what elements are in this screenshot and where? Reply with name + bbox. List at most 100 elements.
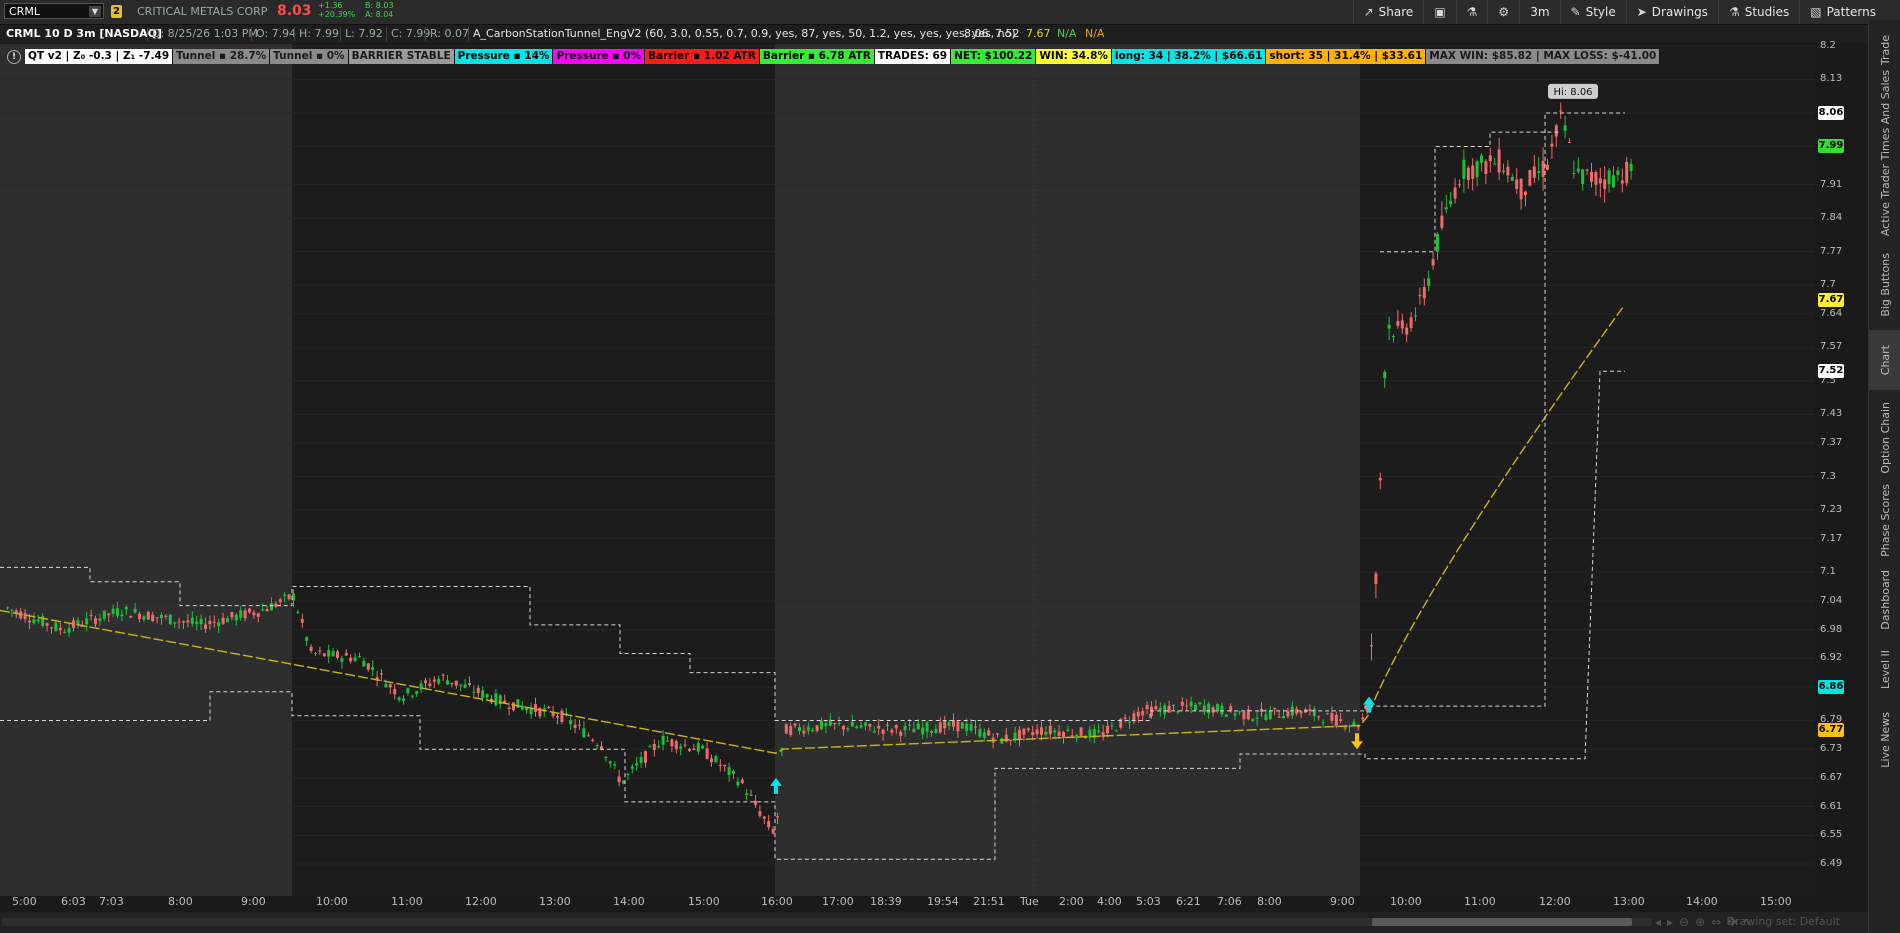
divider bbox=[386, 27, 387, 41]
settings-button[interactable]: ⚙ bbox=[1487, 0, 1519, 24]
time-axis[interactable]: 5:00 6:03 7:03 8:00 9:00 10:00 11:00 12:00 13:00… bbox=[0, 895, 1815, 909]
divider bbox=[294, 27, 295, 41]
change-value: +1.36 bbox=[318, 1, 343, 10]
candle-body bbox=[14, 610, 18, 613]
time-tick-label: 7:06 bbox=[1217, 895, 1242, 908]
candle-body bbox=[1040, 727, 1043, 735]
alert-icon[interactable]: ! bbox=[7, 50, 21, 64]
candle-body bbox=[1211, 707, 1215, 713]
candle-body bbox=[745, 793, 749, 796]
candle-body bbox=[1176, 711, 1180, 713]
candle-body bbox=[569, 719, 573, 725]
scroll-track[interactable] bbox=[2, 918, 1652, 926]
scroll-thumb[interactable] bbox=[1372, 918, 1632, 926]
snapshot-button[interactable]: ▣ bbox=[1423, 0, 1455, 24]
price-tick-label: 7.77 bbox=[1820, 245, 1843, 257]
candle-body bbox=[160, 614, 163, 619]
time-tick-label: 10:00 bbox=[316, 895, 348, 908]
candle-body bbox=[67, 628, 71, 633]
study-stat-label: Barrier ▪ 6.78 ATR bbox=[759, 49, 875, 64]
candle-body bbox=[1282, 715, 1285, 719]
candle-body bbox=[802, 730, 806, 734]
link-group-badge[interactable]: 2 bbox=[111, 5, 122, 18]
candle-body bbox=[32, 619, 36, 624]
candle-body bbox=[261, 609, 265, 611]
candle-body bbox=[1409, 317, 1413, 329]
candle-body bbox=[1062, 732, 1065, 738]
chart-scrollbar[interactable]: ◂▸⊖⊕⇔✥↖ Drawing set: Default bbox=[0, 912, 1868, 933]
candle-body bbox=[1449, 200, 1453, 205]
candle-body bbox=[305, 637, 309, 641]
candle-body bbox=[1519, 178, 1523, 200]
time-tick-label: 5:00 bbox=[12, 895, 37, 908]
study-stat-label: Tunnel ▪ 0% bbox=[270, 49, 349, 64]
candle-body bbox=[28, 620, 31, 623]
study-stat-label: TRADES: 69 bbox=[874, 49, 952, 64]
symbol-input[interactable]: CRML ▼ bbox=[4, 3, 104, 19]
price-tick-label: 8.13 bbox=[1820, 73, 1843, 85]
rail-tab-phase-scores[interactable]: Phase Scores bbox=[1869, 480, 1900, 560]
candle-body bbox=[1207, 703, 1211, 714]
studies-button[interactable]: ⚗ Studies bbox=[1717, 0, 1799, 24]
candle-body bbox=[322, 653, 326, 657]
study-label[interactable]: A_CarbonStationTunnel_EngV2 (60, 3.0, 0.… bbox=[473, 27, 1016, 40]
candle-body bbox=[450, 682, 454, 685]
candle-body bbox=[1590, 171, 1593, 182]
candle-body bbox=[996, 733, 999, 735]
rail-tab-live-news[interactable]: Live News bbox=[1869, 705, 1900, 775]
candle-body bbox=[1528, 170, 1532, 186]
candle-body bbox=[798, 727, 801, 731]
price-axis[interactable]: 8.2 8.13 8.06 7.99 7.91 7.84 7.77 7.7 7.64 7.57 7.… bbox=[1815, 40, 1865, 896]
timeframe-button[interactable]: 3m bbox=[1519, 0, 1559, 24]
candle-body bbox=[1603, 179, 1607, 189]
candle-body bbox=[1273, 707, 1277, 710]
rail-tab-big-buttons[interactable]: Big Buttons bbox=[1869, 245, 1900, 325]
candle-body bbox=[767, 820, 771, 828]
candle-body bbox=[406, 688, 410, 694]
rail-tab-chart[interactable]: Chart bbox=[1869, 330, 1900, 390]
candle-body bbox=[657, 746, 661, 748]
drawings-button[interactable]: ➤ Drawings bbox=[1625, 0, 1718, 24]
rail-tab-active-trader[interactable]: Active Trader bbox=[1869, 160, 1900, 240]
chart-title[interactable]: CRML 10 D 3m [NASDAQ] bbox=[6, 27, 162, 40]
price-chart[interactable]: Hi: 8.06 ! QT v2 | Z₀ -0.3 | Z₁ -7.49 Tun… bbox=[0, 44, 1815, 896]
candle-body bbox=[1044, 731, 1048, 735]
style-button[interactable]: ✎ Style bbox=[1559, 0, 1626, 24]
candle-body bbox=[723, 765, 727, 767]
symbol-text: CRML bbox=[9, 5, 40, 18]
chart-canvas[interactable]: Hi: 8.06 bbox=[0, 44, 1815, 896]
candle-body bbox=[714, 756, 718, 763]
candle-body bbox=[94, 618, 97, 625]
rail-tab-level-ii[interactable]: Level II bbox=[1869, 640, 1900, 700]
candle-body bbox=[1436, 234, 1439, 252]
candle-body bbox=[393, 688, 397, 695]
candle-body bbox=[1414, 315, 1417, 317]
candle-body bbox=[1141, 711, 1145, 716]
candle-body bbox=[1427, 278, 1431, 286]
candle-body bbox=[1458, 184, 1461, 186]
candle-body bbox=[679, 746, 683, 749]
rail-tab-times-and-sales[interactable]: Times And Sales bbox=[1869, 70, 1900, 160]
price-tick-label: 7.04 bbox=[1820, 594, 1843, 606]
chevron-down-icon[interactable]: ▼ bbox=[89, 6, 101, 17]
candle-body bbox=[437, 678, 441, 684]
candle-body bbox=[850, 721, 854, 727]
flask-button[interactable]: ⚗ bbox=[1455, 0, 1488, 24]
rail-tab-option-chain[interactable]: Option Chain bbox=[1869, 400, 1900, 475]
rail-tab-label: Live News bbox=[1878, 712, 1892, 768]
candle-body bbox=[1524, 191, 1527, 196]
patterns-icon: ▧ bbox=[1810, 5, 1822, 19]
candle-body bbox=[1114, 730, 1118, 732]
share-button[interactable]: ↗ Share bbox=[1352, 0, 1424, 24]
candle-body bbox=[1048, 725, 1052, 735]
candle-body bbox=[1475, 161, 1479, 178]
candle-body bbox=[749, 794, 753, 796]
candle-body bbox=[710, 758, 713, 763]
rail-tab-dashboard[interactable]: Dashboard bbox=[1869, 565, 1900, 635]
candle-body bbox=[921, 727, 925, 735]
rail-tab-trade[interactable]: Trade bbox=[1869, 30, 1900, 70]
side-tab-rail: Trade Times And Sales Active Trader Big But… bbox=[1868, 20, 1900, 933]
candle-body bbox=[1163, 705, 1167, 715]
price-badge: 7.52 bbox=[1818, 364, 1844, 379]
drawing-set-label[interactable]: Drawing set: Default bbox=[1727, 915, 1840, 928]
